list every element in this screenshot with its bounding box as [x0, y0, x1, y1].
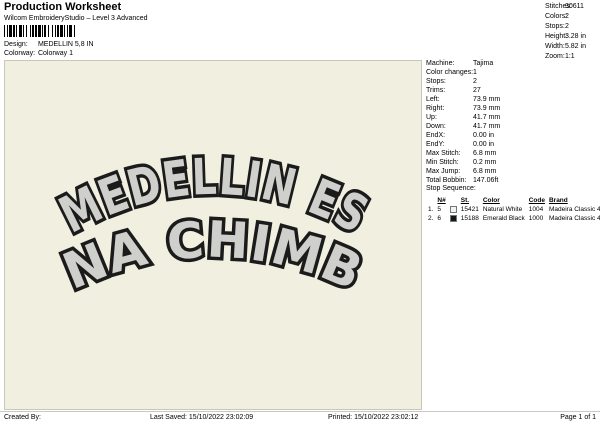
machine-info-panel: Machine: Tajima Color changes:1 Stops: 2 T… [426, 60, 598, 186]
stop-sequence-title: Stop Sequence: [426, 185, 476, 192]
footer-bar: Created By: Last Saved: 15/10/2022 23:02… [0, 411, 600, 425]
stat-stitches: Stitches: 30611 [545, 3, 584, 10]
col-n: N# [437, 197, 446, 204]
stat-width: Width: 5.82 in [545, 43, 586, 50]
col-st: St. [460, 197, 470, 204]
info-min-stitch: Min Stitch: 0.2 mm [426, 159, 497, 166]
stat-height: Height: 3.28 in [545, 33, 586, 40]
info-max-jump: Max Jump: 6.8 mm [426, 168, 497, 175]
colorway-label: Colorway: [4, 50, 36, 57]
design-preview-canvas: MEDELLIN ES UNA CHIMBA [0, 12, 422, 410]
embroidery-design: MEDELLIN ES UNA CHIMBA [0, 12, 380, 306]
col-brand: Brand [548, 197, 568, 204]
barcode-image [4, 25, 75, 37]
page-title: Production Worksheet [4, 1, 122, 13]
table-row: 2. 6 15188 Emerald Black 1000 Madeira Cl… [428, 214, 600, 222]
color-swatch [449, 214, 457, 222]
info-right: Right: 73.9 mm [426, 105, 501, 112]
stat-colors: Colors: 2 [545, 13, 569, 20]
color-swatch [449, 205, 457, 213]
stop-sequence-table: N# St. Color Code Brand 1. 5 15421 Natur… [426, 196, 600, 223]
info-machine: Machine: Tajima [426, 60, 494, 67]
info-max-stitch: Max Stitch: 6.8 mm [426, 150, 497, 157]
info-endy: EndY: 0.00 in [426, 141, 495, 148]
table-header-row: N# St. Color Code Brand [426, 196, 600, 205]
col-color: Color [482, 197, 500, 204]
footer-printed: Printed: 15/10/2022 23:02:12 [328, 414, 419, 421]
footer-created-by: Created By: [4, 414, 41, 421]
colorway-row: Colorway: Colorway 1 [4, 50, 73, 57]
colorway-value: Colorway 1 [37, 50, 73, 57]
info-endx: EndX: 0.00 in [426, 132, 495, 139]
table-row: 1. 5 15421 Natural White 1004 Madeira Cl… [428, 205, 600, 213]
info-trims: Trims: 27 [426, 87, 481, 94]
design-label: Design: [4, 41, 28, 48]
info-stops: Stops: 2 [426, 78, 477, 85]
software-subtitle: Wilcom EmbroideryStudio – Level 3 Advanc… [4, 15, 148, 22]
footer-last-saved: Last Saved: 15/10/2022 23:02:09 [150, 414, 254, 421]
stats-panel: Stitches: 30611 Colors: 2 Stops: 2 Heigh… [545, 3, 597, 63]
info-up: Up: 41.7 mm [426, 114, 501, 121]
design-value: MEDELLIN 5,8 IN [37, 41, 94, 48]
info-left: Left: 73.9 mm [426, 96, 501, 103]
design-row: Design: MEDELLIN 5,8 IN [4, 41, 94, 48]
stat-stops: Stops: 2 [545, 23, 569, 30]
info-color-changes: Color changes:1 [426, 69, 477, 76]
col-code: Code [528, 197, 545, 204]
info-down: Down: 41.7 mm [426, 123, 501, 130]
footer-page-number: Page 1 of 1 [560, 414, 596, 421]
